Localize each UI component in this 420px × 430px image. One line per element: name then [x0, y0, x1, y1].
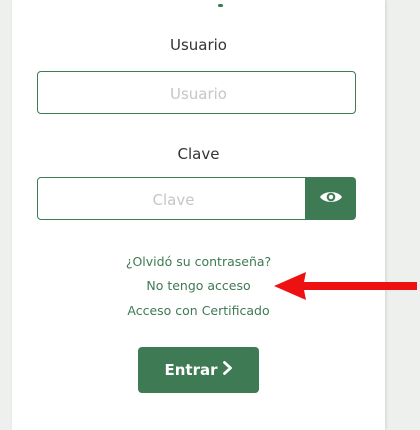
eye-icon: [319, 189, 343, 209]
password-field-wrapper: [37, 177, 309, 221]
red-arrow-left-icon: [274, 272, 417, 300]
forgot-password-link[interactable]: ¿Olvidó su contraseña?: [12, 254, 385, 269]
username-field-wrapper: [37, 71, 359, 115]
username-label: Usuario: [169, 36, 227, 54]
chevron-right-icon: [222, 361, 233, 379]
login-panel: Usuario Clave ¿Olvidó su contraseña? No …: [12, 0, 385, 430]
enter-button[interactable]: Entrar: [138, 347, 259, 393]
certificate-access-link[interactable]: Acceso con Certificado: [12, 303, 385, 318]
show-password-button[interactable]: [306, 177, 356, 220]
page: Usuario Clave ¿Olvidó su contraseña? No …: [0, 0, 420, 430]
password-label: Clave: [177, 145, 220, 163]
enter-button-label: Entrar: [164, 361, 218, 379]
decorative-dot: [218, 4, 223, 7]
username-input[interactable]: [38, 72, 359, 115]
password-input[interactable]: [38, 178, 309, 221]
